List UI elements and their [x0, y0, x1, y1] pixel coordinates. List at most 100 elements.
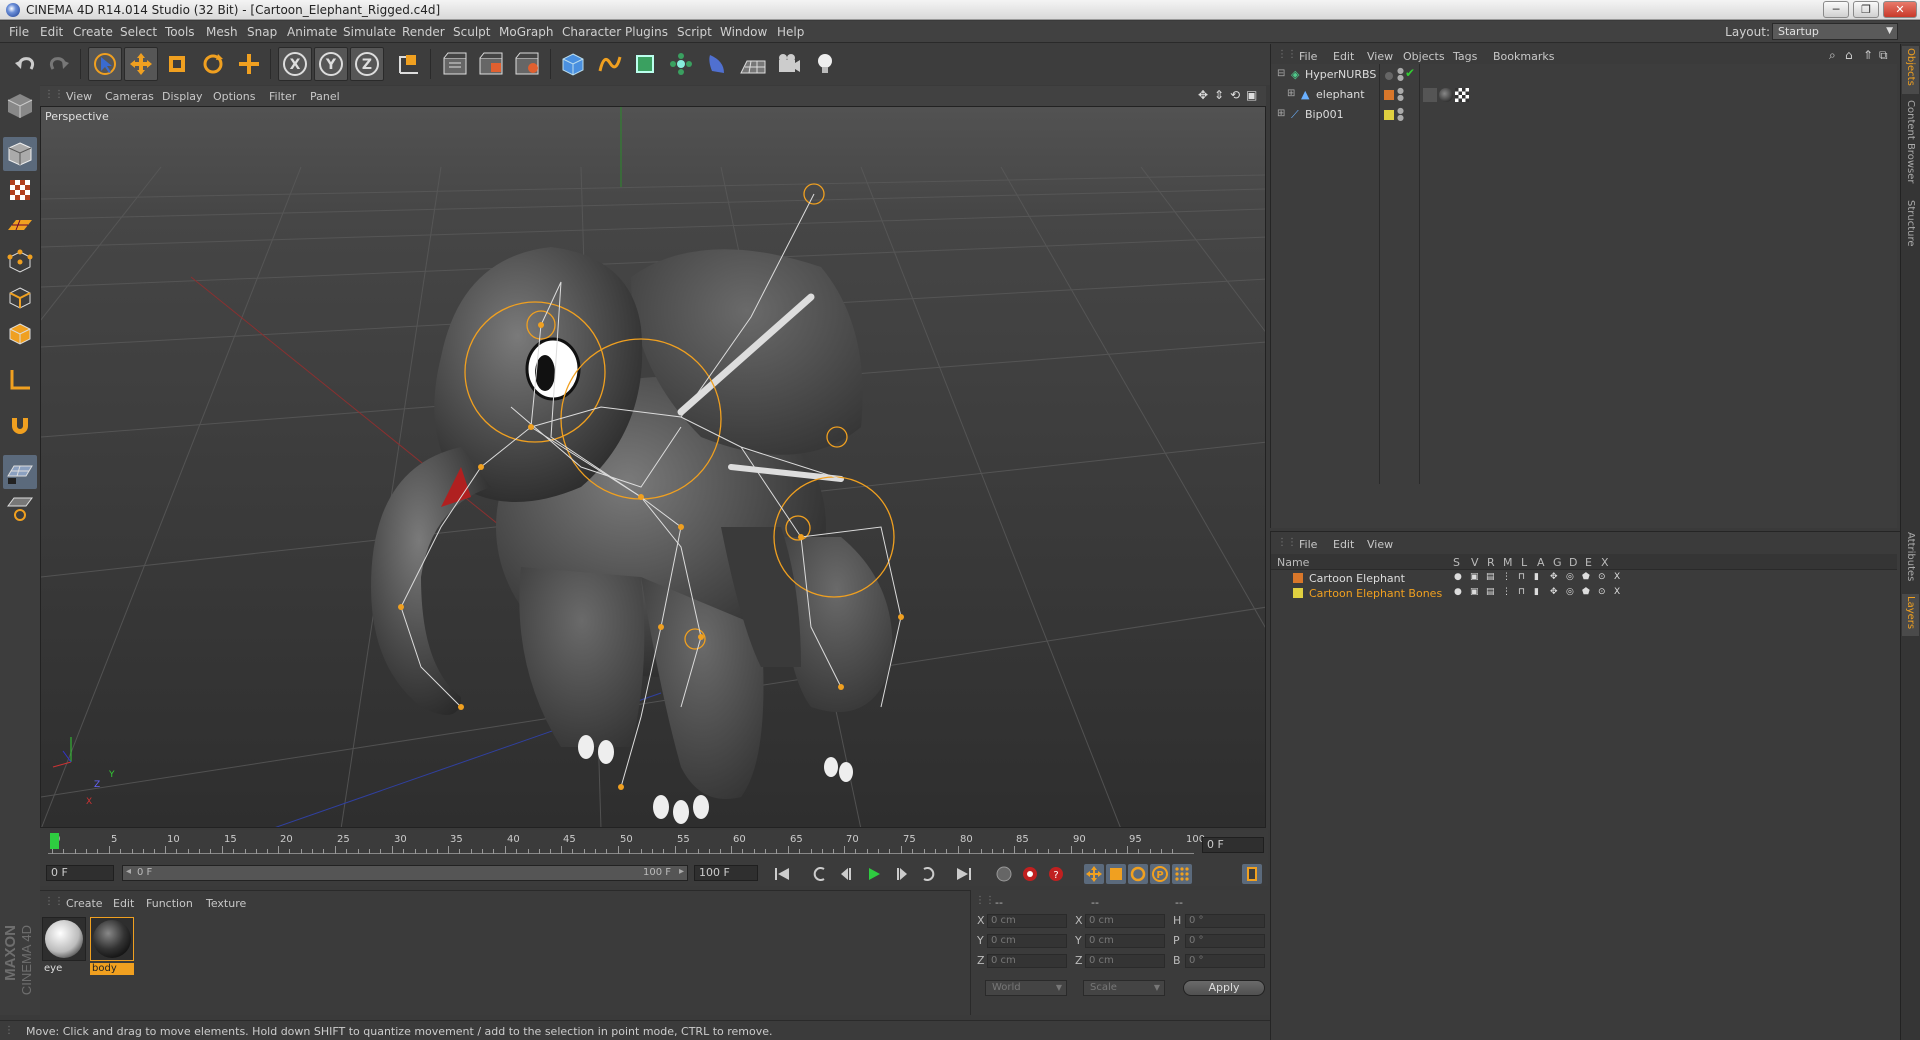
play-button[interactable] [864, 864, 884, 884]
menu-create[interactable]: Create [73, 25, 113, 39]
solo-icon[interactable]: ● [1454, 587, 1462, 597]
col-view[interactable]: V [1471, 556, 1479, 569]
previous-key-button[interactable] [810, 864, 830, 884]
current-frame-field[interactable]: 0 F [1202, 837, 1264, 853]
material-body-swatch[interactable] [90, 917, 134, 961]
mat-menu-edit[interactable]: Edit [113, 897, 134, 910]
obj-menu-tags[interactable]: Tags [1453, 50, 1477, 63]
expression-icon[interactable]: ⬟ [1582, 587, 1590, 597]
col-animation[interactable]: A [1537, 556, 1545, 569]
make-editable-button[interactable] [3, 89, 37, 123]
texture-tag-icon[interactable] [1455, 88, 1469, 102]
generator-icon[interactable]: ✥ [1550, 587, 1558, 597]
redo-button[interactable] [42, 47, 76, 81]
y-axis-button[interactable]: Y [314, 47, 348, 81]
obj-menu-edit[interactable]: Edit [1333, 50, 1354, 63]
end-frame-field[interactable]: 100 F [694, 865, 758, 881]
solo-icon[interactable]: ● [1454, 572, 1462, 582]
scale-button[interactable] [160, 47, 194, 81]
cube-button[interactable] [556, 47, 590, 81]
deformer-icon[interactable]: ◎ [1566, 572, 1574, 582]
object-row-bip001[interactable]: ⊞ ⟋ Bip001 ● ● [1271, 106, 1897, 125]
next-key-button[interactable] [918, 864, 938, 884]
mat-menu-function[interactable]: Function [146, 897, 193, 910]
new-window-icon[interactable]: ⧉ [1879, 48, 1888, 63]
key-rotation-button[interactable] [1128, 864, 1148, 884]
light-button[interactable] [808, 47, 842, 81]
menu-mesh[interactable]: Mesh [206, 25, 238, 39]
pos-z-field[interactable]: 0 cm [987, 954, 1067, 968]
close-button[interactable]: ✕ [1883, 1, 1917, 18]
restore-button[interactable]: ❐ [1853, 1, 1879, 18]
timeline-window-button[interactable] [1242, 864, 1262, 884]
model-mode-button[interactable] [3, 137, 37, 171]
layer-color-swatch[interactable] [1293, 573, 1303, 583]
apply-button[interactable]: Apply [1183, 980, 1265, 996]
col-name[interactable]: Name [1277, 556, 1309, 569]
maximize-view-icon[interactable]: ▣ [1246, 88, 1257, 102]
x-axis-button[interactable]: X [278, 47, 312, 81]
mat-menu-create[interactable]: Create [66, 897, 103, 910]
x-icon[interactable]: X [1614, 587, 1620, 597]
tab-attributes[interactable]: Attributes [1902, 530, 1919, 590]
workplane-mode-button[interactable] [3, 209, 37, 243]
visibility-dots-icon[interactable]: ● ● [1397, 67, 1404, 82]
key-parameter-button[interactable]: P [1150, 864, 1170, 884]
menu-snap[interactable]: Snap [247, 25, 277, 39]
collapse-icon[interactable]: ⊟ [1277, 68, 1285, 79]
vp-menu-panel[interactable]: Panel [310, 90, 340, 103]
col-deformers[interactable]: D [1569, 556, 1577, 569]
checkmark-icon[interactable]: ✔ [1405, 66, 1415, 80]
layer-color-swatch[interactable] [1384, 90, 1394, 100]
visibility-dots-icon[interactable]: ● ● [1397, 107, 1404, 122]
range-right-arrow-icon[interactable]: ▸ [679, 866, 684, 877]
search-icon[interactable]: ⌕ [1829, 48, 1836, 63]
minimize-button[interactable]: ─ [1823, 1, 1849, 18]
view-icon[interactable]: ▣ [1470, 587, 1479, 597]
move-button[interactable] [124, 47, 158, 81]
lock-icon[interactable]: ⊓ [1518, 587, 1525, 597]
undo-button[interactable] [8, 47, 42, 81]
record-active-button[interactable] [994, 864, 1014, 884]
edges-mode-button[interactable] [3, 281, 37, 315]
points-mode-button[interactable] [3, 245, 37, 279]
menu-file[interactable]: File [9, 25, 29, 39]
deformer-icon[interactable]: ◎ [1566, 587, 1574, 597]
tab-layers[interactable]: Layers [1902, 594, 1919, 636]
rot-b-field[interactable]: 0 ° [1185, 954, 1265, 968]
start-frame-field[interactable]: 0 F [46, 865, 114, 881]
col-render[interactable]: R [1487, 556, 1495, 569]
go-to-end-button[interactable] [954, 864, 974, 884]
obj-menu-bookmarks[interactable]: Bookmarks [1493, 50, 1554, 63]
material-eye-swatch[interactable] [42, 917, 86, 961]
visibility-dots-icon[interactable]: ● ● [1397, 87, 1404, 102]
next-frame-button[interactable] [892, 864, 912, 884]
obj-menu-file[interactable]: File [1299, 50, 1317, 63]
menu-window[interactable]: Window [720, 25, 767, 39]
axis-mode-button[interactable] [3, 363, 37, 397]
nurbs-button[interactable] [628, 47, 662, 81]
render-settings-button[interactable] [510, 47, 544, 81]
lock-icon[interactable]: ⊓ [1518, 572, 1525, 582]
generator-icon[interactable]: ✥ [1550, 572, 1558, 582]
tab-objects[interactable]: Objects [1902, 46, 1919, 94]
manager-icon[interactable]: ⋮ [1502, 587, 1511, 597]
snap-button[interactable] [3, 409, 37, 443]
tab-structure[interactable]: Structure [1902, 198, 1919, 254]
world-coord-button[interactable] [392, 47, 426, 81]
vp-menu-display[interactable]: Display [162, 90, 203, 103]
tab-content-browser[interactable]: Content Browser [1902, 98, 1919, 194]
object-row-hypernurbs[interactable]: ⊟ ◈ HyperNURBS ● ● ✔ [1271, 66, 1897, 85]
menu-animate[interactable]: Animate [287, 25, 337, 39]
coord-system-select[interactable]: World ▼ [985, 980, 1067, 996]
layer-menu-file[interactable]: File [1299, 538, 1317, 551]
vp-menu-cameras[interactable]: Cameras [105, 90, 154, 103]
menu-select[interactable]: Select [120, 25, 157, 39]
layer-menu-edit[interactable]: Edit [1333, 538, 1354, 551]
key-position-button[interactable] [1084, 864, 1104, 884]
pos-y-field[interactable]: 0 cm [987, 934, 1067, 948]
coord-mode-select[interactable]: Scale ▼ [1083, 980, 1165, 996]
range-left-arrow-icon[interactable]: ◂ [126, 866, 131, 877]
polygons-mode-button[interactable] [3, 317, 37, 351]
manager-icon[interactable]: ⋮ [1502, 572, 1511, 582]
